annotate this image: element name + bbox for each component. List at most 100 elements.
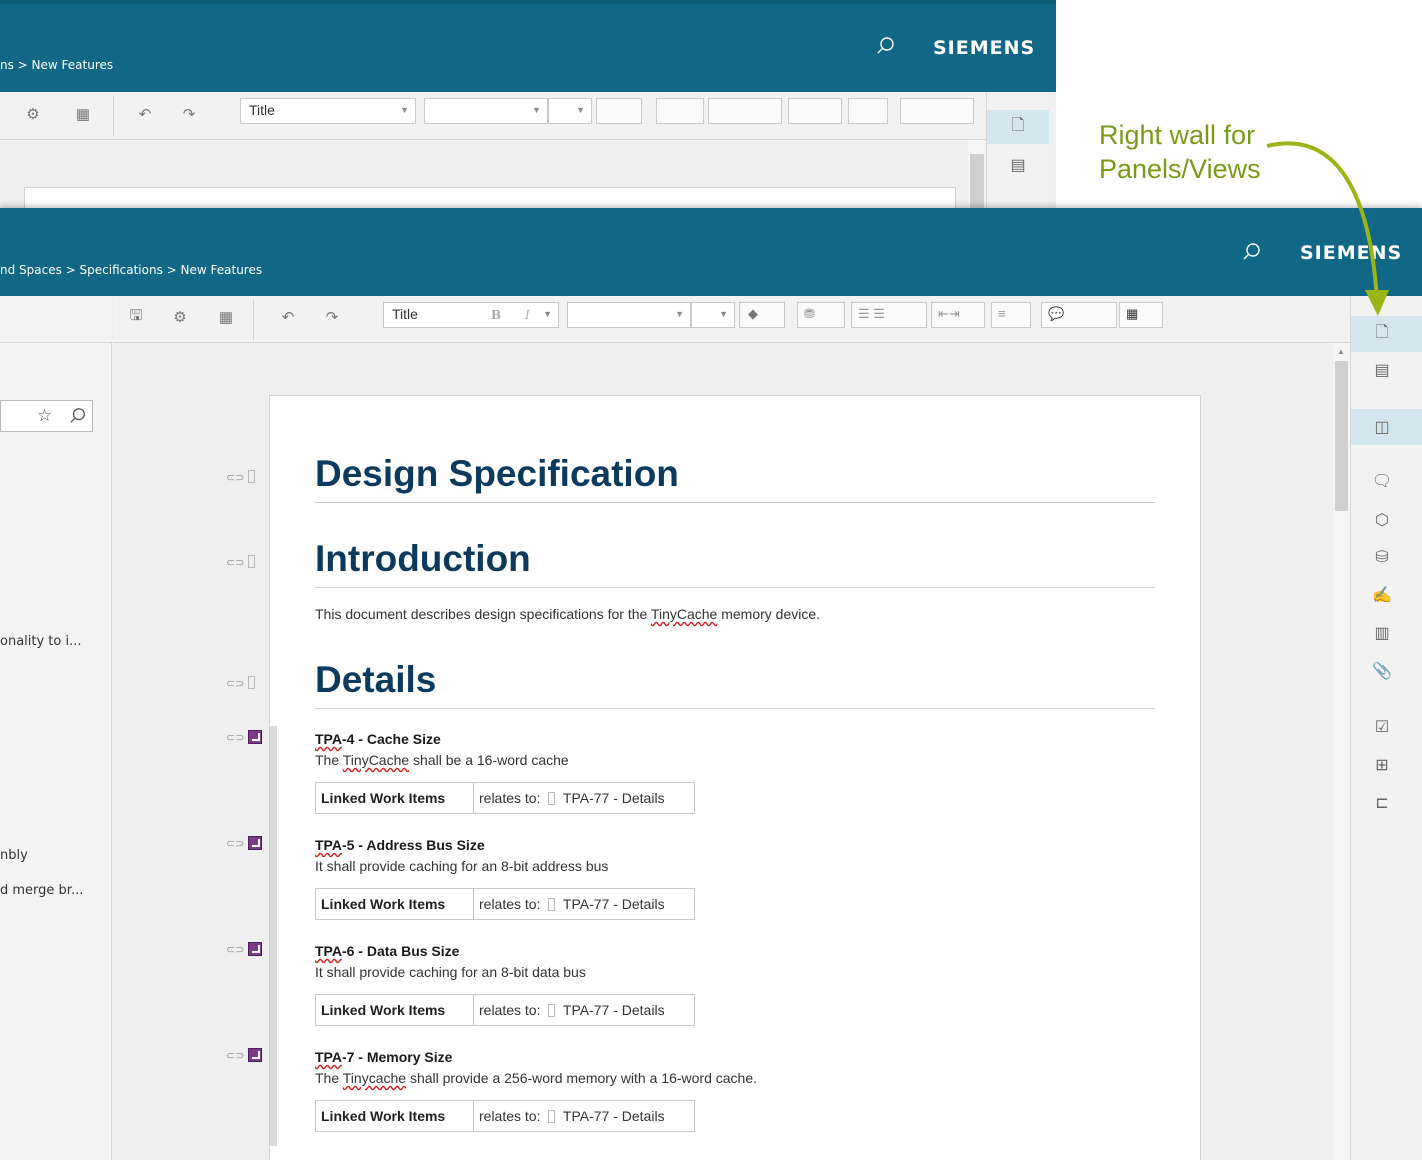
work-item-title[interactable]: TPA-5 - Address Bus Size [315, 837, 485, 853]
work-item-type-icon[interactable] [248, 942, 263, 956]
style-combo[interactable]: Title ▼ [383, 302, 559, 328]
link-icon[interactable]: ⊂⊃ [226, 732, 244, 744]
introduction-heading[interactable]: Introduction [315, 538, 531, 580]
back-settings-icon[interactable]: ⚙ [22, 103, 44, 125]
back-redo-icon[interactable]: ↷ [178, 103, 200, 125]
back-insert-group[interactable] [656, 98, 704, 124]
back-comment-group[interactable] [900, 98, 974, 124]
align-icon[interactable]: ≡ [998, 306, 1006, 321]
link-icon[interactable]: ⊂⊃ [226, 557, 244, 569]
indent-icon[interactable]: ⇤⇥ [938, 306, 960, 322]
intro-paragraph[interactable]: This document describes design specifica… [315, 606, 820, 622]
back-scroll-thumb[interactable] [970, 154, 984, 210]
gutter-work-item[interactable]: ⊂⊃ [226, 942, 263, 956]
back-scrollbar[interactable] [968, 140, 986, 210]
back-breadcrumb[interactable]: ns > New Features [0, 58, 113, 72]
work-item-title[interactable]: TPA-4 - Cache Size [315, 731, 441, 747]
eraser-group[interactable]: ◆ [739, 302, 785, 328]
linked-item-link[interactable]: TPA-77 - Details [563, 1002, 665, 1018]
work-item-type-icon[interactable] [248, 836, 263, 850]
work-item-title[interactable]: TPA-7 - Memory Size [315, 1049, 452, 1065]
back-list-group[interactable] [708, 98, 782, 124]
cube-icon[interactable]: ⬡ [1371, 509, 1393, 531]
list-group[interactable]: ☰ ☰ [851, 302, 927, 328]
back-size-combo[interactable]: ▼ [548, 98, 592, 124]
link-icon[interactable]: ⊂⊃ [226, 472, 244, 484]
editor-scrollbar[interactable]: ▲ [1333, 343, 1350, 1160]
details-heading[interactable]: Details [315, 659, 436, 701]
back-eraser-group[interactable] [596, 98, 642, 124]
tree-icon[interactable]: ⊏ [1371, 792, 1393, 814]
work-item-description[interactable]: It shall provide caching for an 8-bit da… [315, 964, 586, 980]
font-combo[interactable]: ▼ [567, 302, 691, 328]
link-icon[interactable]: ⊂⊃ [226, 944, 244, 956]
left-list-item[interactable]: d merge br... [0, 883, 83, 898]
back-undo-icon[interactable]: ↶ [134, 103, 156, 125]
back-font-combo[interactable]: ▼ [424, 98, 548, 124]
list-icon[interactable]: ☰ ☰ [858, 306, 885, 322]
bold-button[interactable]: B [491, 308, 501, 322]
redo-icon[interactable]: ↷ [321, 306, 343, 328]
objects-icon[interactable]: ⛁ [1371, 546, 1393, 568]
work-item-description[interactable]: The TinyCache shall be a 16-word cache [315, 752, 569, 768]
left-search-box[interactable]: ☆ [0, 400, 93, 432]
italic-button[interactable]: I [525, 308, 530, 322]
attachment-icon[interactable]: 📎 [1371, 660, 1393, 682]
scroll-up-arrow[interactable]: ▲ [1337, 347, 1345, 356]
table-settings-icon[interactable]: ▦ [215, 306, 237, 328]
front-breadcrumb[interactable]: nd Spaces > Specifications > New Feature… [0, 263, 262, 277]
comment-icon[interactable]: 💬 [1048, 306, 1064, 322]
gutter-heading-title[interactable]: ⊂⊃ [226, 470, 256, 484]
document-title[interactable]: Design Specification [315, 453, 679, 495]
font-size-combo[interactable]: ▼ [691, 302, 735, 328]
scroll-thumb[interactable] [1335, 361, 1348, 511]
align-group[interactable]: ≡ [991, 302, 1031, 328]
link-icon[interactable]: ⊂⊃ [226, 678, 244, 690]
back-indent-group[interactable] [788, 98, 842, 124]
work-item-description[interactable]: The Tinycache shall provide a 256-word m… [315, 1070, 757, 1086]
eraser-icon[interactable]: ◆ [748, 306, 758, 322]
linked-item-link[interactable]: TPA-77 - Details [563, 896, 665, 912]
back-outline-icon[interactable]: ▤ [1007, 154, 1029, 176]
grid-view-icon[interactable]: ⊞ [1371, 754, 1393, 776]
back-table-icon[interactable]: ▦ [72, 103, 94, 125]
table-icon[interactable]: ▦ [1126, 306, 1138, 322]
left-list-item[interactable]: onality to i... [0, 634, 82, 649]
checklist-icon[interactable]: ☑ [1371, 716, 1393, 738]
gutter-work-item[interactable]: ⊂⊃ [226, 1048, 263, 1062]
bookmark-icon[interactable] [248, 555, 256, 568]
back-search-icon[interactable] [876, 36, 896, 56]
gutter-heading-details[interactable]: ⊂⊃ [226, 676, 256, 690]
star-icon[interactable]: ☆ [37, 406, 52, 426]
insert-object-icon[interactable]: ⛃ [804, 306, 815, 322]
comment-group[interactable]: 💬 [1041, 302, 1117, 328]
gutter-work-item[interactable]: ⊂⊃ [226, 730, 263, 744]
link-icon[interactable]: ⊂⊃ [226, 1050, 244, 1062]
insert-group[interactable]: ⛃ [797, 302, 845, 328]
notes-icon[interactable]: ▥ [1371, 622, 1393, 644]
gutter-heading-intro[interactable]: ⊂⊃ [226, 555, 256, 569]
gutter-work-item[interactable]: ⊂⊃ [226, 836, 263, 850]
indent-group[interactable]: ⇤⇥ [931, 302, 985, 328]
outline-icon[interactable]: ▤ [1371, 359, 1393, 381]
back-document-icon[interactable]: 🗋 [1007, 116, 1029, 138]
sidebar-panel-icon[interactable]: ◫ [1371, 416, 1393, 438]
table-group[interactable]: ▦ [1119, 302, 1163, 328]
back-align-group[interactable] [848, 98, 888, 124]
back-style-combo[interactable]: Title ▼ [240, 98, 416, 124]
undo-icon[interactable]: ↶ [277, 306, 299, 328]
left-list-item[interactable]: nbly [0, 848, 28, 863]
linked-item-link[interactable]: TPA-77 - Details [563, 790, 665, 806]
work-item-type-icon[interactable] [248, 730, 263, 744]
left-search-icon[interactable] [69, 407, 87, 425]
link-icon[interactable]: ⊂⊃ [226, 838, 244, 850]
linked-item-link[interactable]: TPA-77 - Details [563, 1108, 665, 1124]
bookmark-icon[interactable] [248, 676, 256, 689]
bookmark-icon[interactable] [248, 470, 256, 483]
save-icon[interactable]: 🖫 [125, 306, 147, 328]
comments-icon[interactable]: 🗨 [1371, 470, 1393, 492]
work-item-description[interactable]: It shall provide caching for an 8-bit ad… [315, 858, 608, 874]
work-item-type-icon[interactable] [248, 1048, 263, 1062]
signature-icon[interactable]: ✍ [1371, 584, 1393, 606]
settings-icon[interactable]: ⚙ [169, 306, 191, 328]
